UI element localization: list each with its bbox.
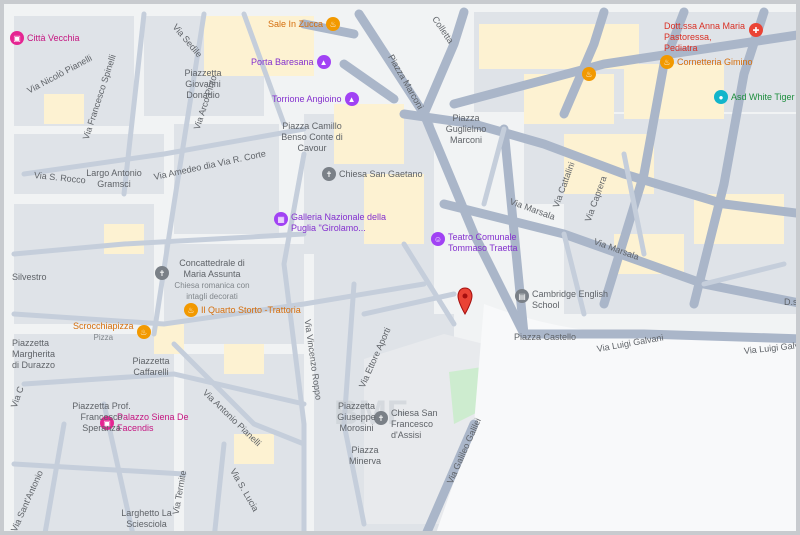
poi-porta-baresana[interactable]: Porta Baresana ▲	[251, 55, 331, 69]
poi-label: Città Vecchia	[27, 32, 80, 43]
poi-il-quarto-storto[interactable]: ♨ Il Quarto Storto -Trattoria	[184, 303, 301, 317]
poi-sublabel: Chiesa romanica con intagli decorati	[174, 281, 250, 301]
theater-icon: ☺	[431, 232, 445, 246]
restaurant-icon: ♨	[184, 303, 198, 317]
poi-label: Cambridge English School	[532, 289, 609, 310]
place-piazza-minerva: Piazza Minerva	[348, 445, 381, 466]
place-piazzetta-caffarelli: Piazzetta Caffarelli	[132, 356, 170, 377]
place-piazzetta-margherita: Piazzetta Margherita di Durazzo	[12, 338, 56, 370]
street-d-ssa: D.ssa	[784, 297, 798, 307]
restaurant-icon: ♨	[136, 325, 151, 339]
landmark-icon: ▲	[316, 55, 331, 69]
place-largo-gramsci: Largo Antonio Gramsci	[86, 168, 142, 189]
poi-label: Cornetteria Gimino	[677, 56, 753, 67]
medical-icon: ✚	[749, 23, 763, 37]
poi-chiesa-san-gaetano[interactable]: ✝ Chiesa San Gaetano	[322, 167, 423, 181]
poi-label: Asd White Tiger	[731, 91, 795, 102]
poi-label: Scrocchiapizza	[73, 321, 134, 331]
poi-asd-white-tiger[interactable]: ● Asd White Tiger	[714, 90, 795, 104]
poi-label: Concattedrale di Maria Assunta	[179, 258, 245, 279]
school-icon: ▤	[515, 289, 529, 303]
poi-dott-ssa-pastoressa[interactable]: Dott.ssa Anna Maria Pastoressa, Pediatra…	[664, 21, 763, 54]
poi-label: Galleria Nazionale della Puglia "Girolam…	[291, 212, 387, 233]
poi-cambridge-english-school[interactable]: ▤ Cambridge English School	[515, 289, 610, 311]
restaurant-icon: ♨	[660, 55, 674, 69]
poi-label: Chiesa San Francesco d'Assisi	[391, 408, 438, 440]
poi-citta-vecchia[interactable]: ▣ Città Vecchia	[10, 31, 80, 45]
place-piazzetta-speranza: Piazzetta Prof. Francesco Speranza	[72, 401, 131, 433]
poi-teatro-comunale[interactable]: ☺ Teatro Comunale Tommaso Traetta	[431, 232, 538, 254]
poi-label: Teatro Comunale Tommaso Traetta	[448, 232, 518, 253]
restaurant-icon: ♨	[582, 67, 596, 81]
poi-label: Torrione Angioino	[272, 93, 342, 104]
map-frame: BMF ▣ Città Vecchia Sale In Zucca ♨ Port…	[0, 0, 800, 535]
poi-sale-in-zucca[interactable]: Sale In Zucca ♨	[268, 17, 341, 31]
poi-torrione-angioino[interactable]: Torrione Angioino ▲	[272, 92, 359, 106]
poi-label: Porta Baresana	[251, 56, 314, 67]
poi-sublabel: Pizza	[93, 333, 114, 342]
poi-label: Chiesa San Gaetano	[339, 168, 423, 179]
museum-icon: ▦	[274, 212, 288, 226]
place-piazza-marconi: Piazza Guglielmo Marconi	[445, 113, 487, 145]
poi-concattedrale[interactable]: ✝ Concattedrale di Maria Assunta Chiesa …	[155, 258, 252, 302]
poi-chiesa-san-francesco[interactable]: ✝ Chiesa San Francesco d'Assisi	[374, 408, 461, 441]
poi-galleria-nazionale[interactable]: ▦ Galleria Nazionale della Puglia "Girol…	[274, 212, 401, 234]
poi-restaurant-via-crocifisso[interactable]: ♨	[582, 67, 596, 81]
place-larghetto-la-sciesciola: Larghetto La Sciesciola	[121, 508, 172, 529]
poi-label: Sale In Zucca	[268, 18, 324, 29]
landmark-icon: ▲	[344, 92, 359, 106]
poi-label: Dott.ssa Anna Maria Pastoressa, Pediatra	[664, 21, 746, 53]
poi-label: Il Quarto Storto -Trattoria	[201, 304, 301, 315]
sports-icon: ●	[714, 90, 728, 104]
place-piazzetta-morosini: Piazzetta Giuseppe Morosini	[337, 401, 376, 433]
place-piazza-cavour: Piazza Camillo Benso Conte di Cavour	[281, 121, 343, 153]
place-piazza-castello: Piazza Castello	[514, 332, 577, 342]
church-icon: ✝	[322, 167, 336, 181]
poi-cornetteria-gimino[interactable]: ♨ Cornetteria Gimino	[660, 55, 753, 69]
restaurant-icon: ♨	[326, 17, 341, 31]
shopping-bag-icon: ▣	[10, 31, 24, 45]
church-icon: ✝	[155, 266, 169, 280]
poi-scrocchiapizza[interactable]: Scrocchiapizza Pizza ♨	[73, 321, 151, 343]
street-silvestro: Silvestro	[12, 272, 47, 282]
